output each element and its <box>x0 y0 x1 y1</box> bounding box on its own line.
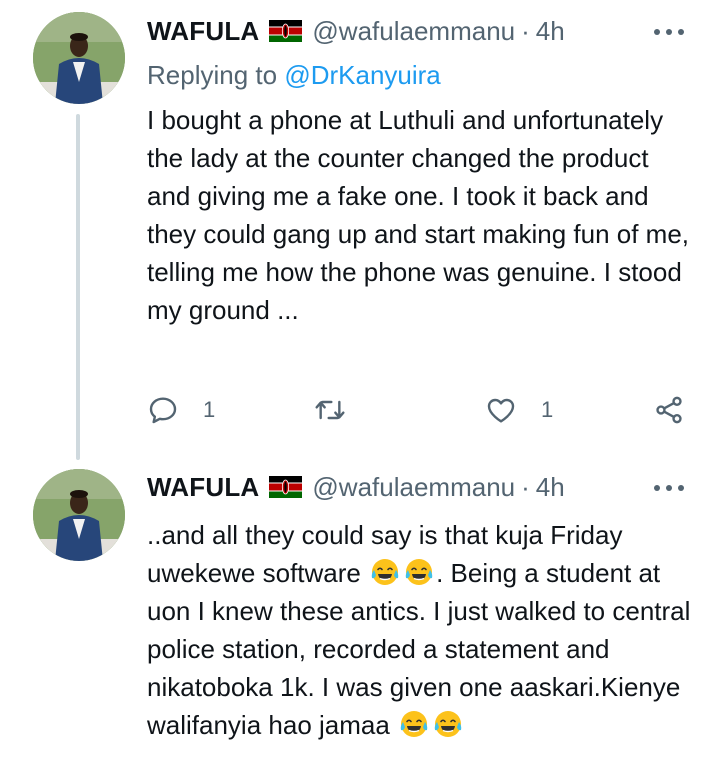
avatar[interactable] <box>33 12 125 104</box>
replying-mention-link[interactable]: @DrKanyuira <box>284 60 440 90</box>
tweet-header: WAFULA @wafulaemmanu · 4h <box>147 11 565 51</box>
tweet-1[interactable]: WAFULA @wafulaemmanu · 4h Replying to @D… <box>0 0 720 460</box>
replying-prefix: Replying to <box>147 60 278 90</box>
like-count: 1 <box>541 397 554 422</box>
author-handle[interactable]: @wafulaemmanu <box>312 16 515 47</box>
tweet-text: I bought a phone at Luthuli and unfortun… <box>147 105 690 325</box>
avatar[interactable] <box>33 469 125 561</box>
retweet-button[interactable] <box>314 390 346 430</box>
more-icon[interactable] <box>654 483 684 493</box>
replying-to: Replying to @DrKanyuira <box>147 60 441 91</box>
timestamp[interactable]: 4h <box>536 472 565 503</box>
kenya-flag-icon <box>269 476 303 498</box>
face-with-tears-of-joy-icon <box>433 709 463 739</box>
reply-icon <box>149 397 177 424</box>
reply-button[interactable]: 1 <box>147 390 215 430</box>
author-name[interactable]: WAFULA <box>147 472 259 503</box>
timestamp[interactable]: 4h <box>536 16 565 47</box>
like-button[interactable]: 1 <box>485 390 553 430</box>
like-icon <box>487 398 515 423</box>
thread-line <box>76 114 80 460</box>
author-name[interactable]: WAFULA <box>147 16 259 47</box>
reply-count: 1 <box>203 397 216 422</box>
share-icon <box>656 396 682 424</box>
face-with-tears-of-joy-icon <box>399 709 429 739</box>
tweet-header: WAFULA @wafulaemmanu · 4h <box>147 467 565 507</box>
separator-dot: · <box>521 471 530 502</box>
retweet-icon <box>315 400 345 420</box>
separator-dot: · <box>521 15 530 46</box>
action-bar: 1 1 <box>147 390 692 430</box>
kenya-flag-icon <box>269 20 303 42</box>
more-icon[interactable] <box>654 27 684 37</box>
tweet-2[interactable]: WAFULA @wafulaemmanu · 4h ..and all they… <box>0 460 720 757</box>
author-handle[interactable]: @wafulaemmanu <box>312 472 515 503</box>
face-with-tears-of-joy-icon <box>370 557 400 587</box>
face-with-tears-of-joy-icon <box>404 557 434 587</box>
tweet-text: ..and all they could say is that kuja Fr… <box>147 516 692 744</box>
share-button[interactable] <box>653 390 685 430</box>
